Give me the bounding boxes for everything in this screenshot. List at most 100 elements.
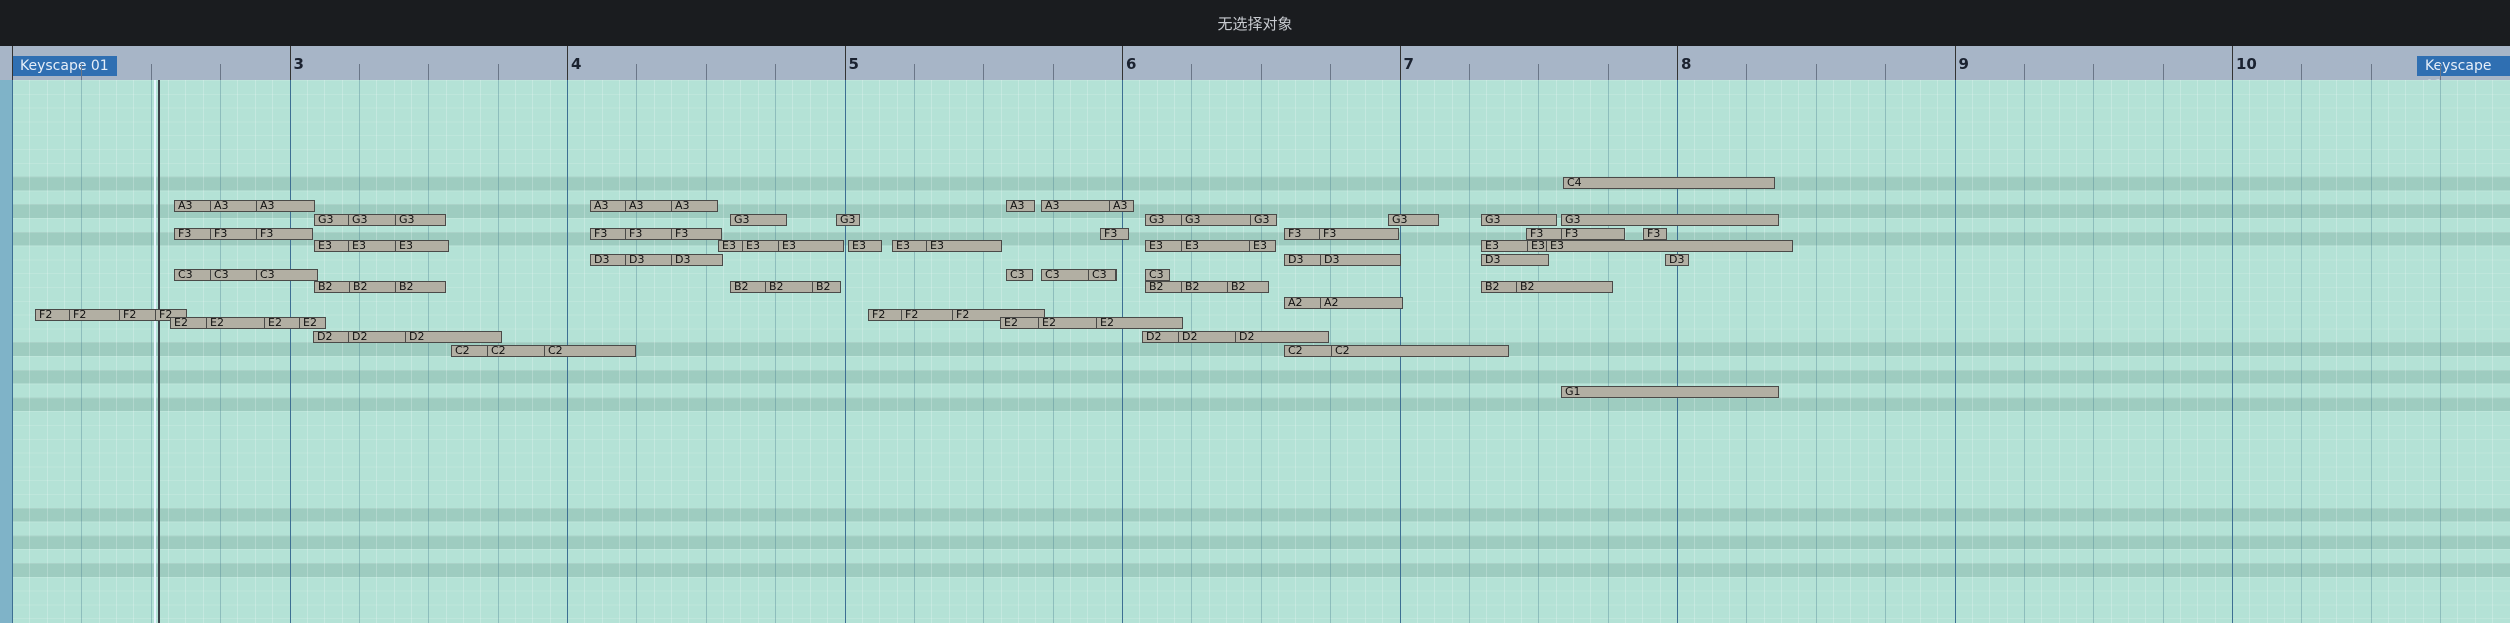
midi-note[interactable]: G3 [1250, 214, 1277, 226]
midi-note[interactable]: B2 [1227, 281, 1269, 293]
grid-subdivision-line [1139, 80, 1140, 623]
midi-note[interactable]: C3 [1145, 269, 1170, 281]
midi-note[interactable]: F3 [1643, 228, 1667, 240]
midi-note[interactable]: B2 [395, 281, 446, 293]
grid-subdivision-line [1157, 80, 1158, 623]
midi-note[interactable]: A3 [671, 200, 718, 212]
midi-note[interactable]: D2 [405, 331, 502, 343]
ruler-beat-tick [2301, 64, 2303, 80]
ruler-beat-tick [358, 64, 360, 80]
grid-subdivision-line [723, 80, 724, 623]
grid-subdivision-line [151, 80, 152, 623]
midi-note[interactable]: C2 [544, 345, 636, 357]
midi-note[interactable]: C3 [256, 269, 318, 281]
midi-note[interactable]: A3 [256, 200, 315, 212]
midi-note[interactable]: D3 [1665, 254, 1689, 266]
ruler-bar-tick [2232, 46, 2233, 80]
ruler-beat-tick [2370, 64, 2372, 80]
grid-subdivision-line [2353, 80, 2354, 623]
grid-subdivision-line [1105, 80, 1106, 623]
ruler-bar-number: 5 [848, 55, 859, 73]
midi-note[interactable]: E2 [299, 317, 326, 329]
midi-note[interactable]: G3 [836, 214, 860, 226]
grid-subdivision-line [671, 80, 672, 623]
grid-subdivision-line [2475, 80, 2476, 623]
midi-note[interactable]: D3 [1481, 254, 1549, 266]
grid-subdivision-line [914, 80, 915, 623]
midi-note[interactable]: E3 [848, 240, 882, 252]
timeline-ruler[interactable]: Keyscape 01 Keyscape 01 3 4 5 6 7 8 9 10 [0, 46, 2510, 81]
midi-note[interactable]: A2 [1320, 297, 1403, 309]
midi-note[interactable]: E3 [1546, 240, 1793, 252]
locator-line[interactable] [158, 80, 160, 623]
grid-subdivision-line [827, 80, 828, 623]
midi-note[interactable]: B2 [812, 281, 841, 293]
midi-note[interactable]: E3 [1181, 240, 1259, 252]
grid-subdivision-line [359, 80, 360, 623]
midi-note[interactable]: G3 [1561, 214, 1779, 226]
ruler-beat-tick [1815, 64, 1817, 80]
midi-note[interactable]: E3 [926, 240, 1002, 252]
midi-note[interactable]: E2 [1096, 317, 1183, 329]
midi-note[interactable]: D2 [1235, 331, 1329, 343]
ruler-bar-number: 3 [293, 55, 304, 73]
playhead-cursor[interactable] [154, 80, 156, 623]
grid-subdivision-line [810, 80, 811, 623]
midi-note[interactable]: G3 [395, 214, 446, 226]
ruler-beat-tick [2023, 64, 2025, 80]
grid-subdivision-line [2371, 80, 2372, 623]
grid-bar-line [1955, 80, 1956, 623]
midi-note[interactable]: D3 [1320, 254, 1401, 266]
ruler-beat-tick [428, 64, 430, 80]
midi-note[interactable]: G3 [1388, 214, 1439, 226]
grid-subdivision-line [2405, 80, 2406, 623]
grid-subdivision-line [64, 80, 65, 623]
midi-note[interactable]: D3 [671, 254, 723, 266]
midi-note[interactable]: A3 [1006, 200, 1035, 212]
midi-note[interactable]: A3 [1041, 200, 1117, 212]
midi-note[interactable]: C4 [1563, 177, 1775, 189]
midi-note[interactable]: F3 [1561, 228, 1625, 240]
part-label-left[interactable]: Keyscape 01 [12, 56, 117, 76]
midi-note[interactable]: F3 [1319, 228, 1399, 240]
grid-subdivision-line [1972, 80, 1973, 623]
grid-subdivision-line [394, 80, 395, 623]
midi-note[interactable]: G3 [1481, 214, 1557, 226]
grid-subdivision-line [1816, 80, 1817, 623]
ruler-beat-tick [913, 64, 915, 80]
grid-subdivision-line [2128, 80, 2129, 623]
midi-note[interactable]: F3 [1526, 228, 1563, 240]
midi-note[interactable]: G3 [730, 214, 787, 226]
midi-note[interactable]: E3 [1249, 240, 1276, 252]
ruler-beat-tick [150, 64, 152, 80]
ruler-beat-tick [1260, 64, 1262, 80]
midi-note[interactable]: B2 [1516, 281, 1613, 293]
midi-note[interactable]: G1 [1561, 386, 1779, 398]
grid-subdivision-line [792, 80, 793, 623]
grid-subdivision-line [2457, 80, 2458, 623]
grid-subdivision-line [2301, 80, 2302, 623]
midi-note[interactable]: C3 [1088, 269, 1116, 281]
midi-note[interactable]: E3 [778, 240, 844, 252]
grid-subdivision-line [2041, 80, 2042, 623]
midi-note[interactable]: G3 [1181, 214, 1261, 226]
midi-note[interactable]: C2 [1331, 345, 1509, 357]
grid-subdivision-line [949, 80, 950, 623]
grid-subdivision-line [133, 80, 134, 623]
grid-bar-line [845, 80, 846, 623]
midi-note[interactable]: E3 [395, 240, 449, 252]
grid-subdivision-line [1053, 80, 1054, 623]
part-label-right[interactable]: Keyscape 01 [2417, 56, 2510, 80]
ruler-beat-tick [775, 64, 777, 80]
grid-subdivision-line [2111, 80, 2112, 623]
grid-subdivision-line [1174, 80, 1175, 623]
grid-subdivision-line [1226, 80, 1227, 623]
midi-note[interactable]: F3 [256, 228, 313, 240]
grid-subdivision-line [897, 80, 898, 623]
midi-note[interactable]: F3 [1100, 228, 1129, 240]
midi-note[interactable]: A3 [1109, 200, 1134, 212]
ruler-bar-tick [1122, 46, 1123, 80]
note-grid[interactable]: A3 A3 A3 A3 A3 A3 A3 A3 A3 G3 G3 G3 G3 G3 G3 G3 G3 G3 G3 G3… [0, 80, 2510, 623]
midi-note[interactable]: F3 [671, 228, 722, 240]
midi-note[interactable]: C3 [1006, 269, 1033, 281]
